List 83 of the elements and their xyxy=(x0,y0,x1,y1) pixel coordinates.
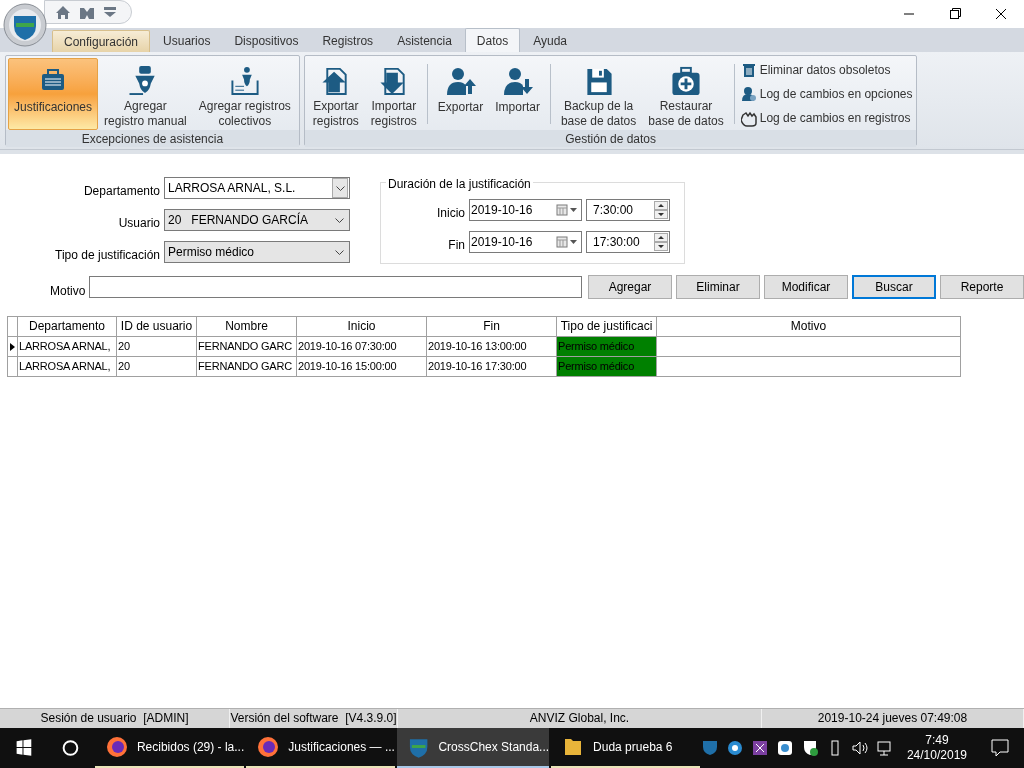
row-header[interactable] xyxy=(8,337,18,357)
date-picker-field[interactable]: 2019-10-16 xyxy=(469,199,582,221)
ribbon-tab[interactable]: Registros xyxy=(311,30,385,52)
column-header[interactable]: Fin xyxy=(427,317,557,337)
ribbon-button[interactable]: Importar registros xyxy=(364,58,423,130)
dropdown-field[interactable]: Permiso médico xyxy=(164,241,350,263)
table-cell: 20 xyxy=(117,357,197,377)
tray-app-icon[interactable] xyxy=(750,739,769,757)
table-cell: LARROSA ARNAL, xyxy=(18,357,117,377)
ribbon-tab[interactable]: Ayuda xyxy=(522,30,578,52)
field-label: Motivo xyxy=(50,283,86,300)
table-cell: 20 xyxy=(117,337,197,357)
action-button[interactable]: Modificar xyxy=(764,275,848,299)
field-label: Inicio xyxy=(436,205,465,222)
table-cell: 2019-10-16 07:30:00 xyxy=(297,337,427,357)
chevron-down-icon xyxy=(335,217,344,223)
ribbon-group-title: Excepciones de asistencia xyxy=(6,130,299,147)
table-cell: LARROSA ARNAL, xyxy=(18,337,117,357)
ribbon-item-icon xyxy=(740,85,757,103)
column-header[interactable]: Nombre xyxy=(197,317,297,337)
action-button[interactable]: Eliminar xyxy=(676,275,760,299)
taskbar-button[interactable]: Duda prueba 6 xyxy=(551,728,700,768)
column-header[interactable]: Motivo xyxy=(657,317,961,337)
dropdown-field[interactable]: LARROSA ARNAL, S.L. xyxy=(164,177,350,199)
table-cell: FERNANDO GARC xyxy=(197,357,297,377)
ribbon-tab[interactable]: Datos xyxy=(464,28,521,52)
motivo-input-field[interactable] xyxy=(89,276,582,298)
calendar-icon xyxy=(556,204,578,216)
time-spinner-field[interactable]: 7:30:00 xyxy=(586,199,670,221)
ribbon-menu-item[interactable]: Log de cambios en opciones xyxy=(738,84,915,104)
taskbar-button[interactable]: Justificaciones — ... xyxy=(246,728,396,768)
ribbon-button[interactable]: Restaurar base de datos xyxy=(642,58,730,130)
ribbon-button[interactable]: Justificaciones xyxy=(8,58,99,130)
network-icon[interactable] xyxy=(875,739,894,757)
field-label: Tipo de justificación xyxy=(54,247,160,264)
taskbar-clock[interactable]: 7:49 24/10/2019 xyxy=(900,733,973,763)
ribbon-button[interactable]: Importar xyxy=(489,58,546,130)
ribbon-button[interactable]: Exportar registros xyxy=(306,58,365,130)
table-cell: Permiso médico xyxy=(557,357,657,377)
chevron-down-icon xyxy=(335,185,345,191)
ribbon-tab[interactable]: Usuarios xyxy=(152,30,222,52)
date-picker-field[interactable]: 2019-10-16 xyxy=(469,231,582,253)
dropdown-field[interactable]: 20 FERNANDO GARCÍA xyxy=(164,209,350,231)
speaker-icon[interactable] xyxy=(850,739,869,757)
column-header[interactable]: ID de usuario xyxy=(117,317,197,337)
taskbar-button[interactable]: CrossChex Standa... xyxy=(397,728,550,768)
ribbon-button[interactable]: Agregar registro manual xyxy=(98,58,193,130)
table-cell: FERNANDO GARC xyxy=(197,337,297,357)
column-header[interactable]: Inicio xyxy=(297,317,427,337)
tray-app-icon[interactable] xyxy=(725,739,744,757)
action-button[interactable]: Reporte xyxy=(940,275,1024,299)
ribbon-tab[interactable]: Configuración xyxy=(52,30,151,52)
ribbon-tab[interactable]: Dispositivos xyxy=(223,30,310,52)
table-cell: 2019-10-16 15:00:00 xyxy=(297,357,427,377)
ribbon-group-title: Gestión de datos xyxy=(304,130,917,147)
ribbon-button[interactable]: Agregar registros colectivos xyxy=(192,58,297,130)
spinner-arrows-icon xyxy=(654,201,668,219)
ribbon-item-icon xyxy=(740,61,757,79)
home-icon[interactable] xyxy=(55,5,71,19)
ribbon-menu-item[interactable]: Log de cambios en registros xyxy=(738,108,915,128)
field-label: Departamento xyxy=(82,183,160,200)
dropdown-button[interactable] xyxy=(332,178,348,198)
taskbar-app-icon xyxy=(104,735,129,759)
row-pointer-icon xyxy=(10,342,15,351)
calendar-icon xyxy=(556,236,578,248)
ribbon-button[interactable]: Exportar xyxy=(431,58,490,130)
action-button[interactable]: Buscar xyxy=(852,275,936,299)
ribbon-tab[interactable]: Asistencia xyxy=(386,30,463,52)
action-button[interactable]: Agregar xyxy=(588,275,672,299)
field-label: Fin xyxy=(447,237,465,254)
tray-app-icon[interactable] xyxy=(775,739,794,757)
ribbon-item-icon xyxy=(740,109,757,127)
chevron-down-icon xyxy=(335,249,344,255)
spinner-arrows-icon xyxy=(654,233,668,251)
field-label: Usuario xyxy=(117,215,160,232)
taskbar-button[interactable]: Recibidos (29) - la... xyxy=(94,728,245,768)
ribbon-button[interactable]: Backup de la base de datos xyxy=(554,58,643,130)
taskbar-app-icon xyxy=(256,735,281,759)
column-header[interactable]: Departamento xyxy=(18,317,117,337)
table-cell: Permiso médico xyxy=(557,337,657,357)
time-spinner-field[interactable]: 17:30:00 xyxy=(586,231,670,253)
ribbon-menu-item[interactable]: Eliminar datos obsoletos xyxy=(738,60,915,80)
collapse-icon[interactable] xyxy=(103,6,117,18)
